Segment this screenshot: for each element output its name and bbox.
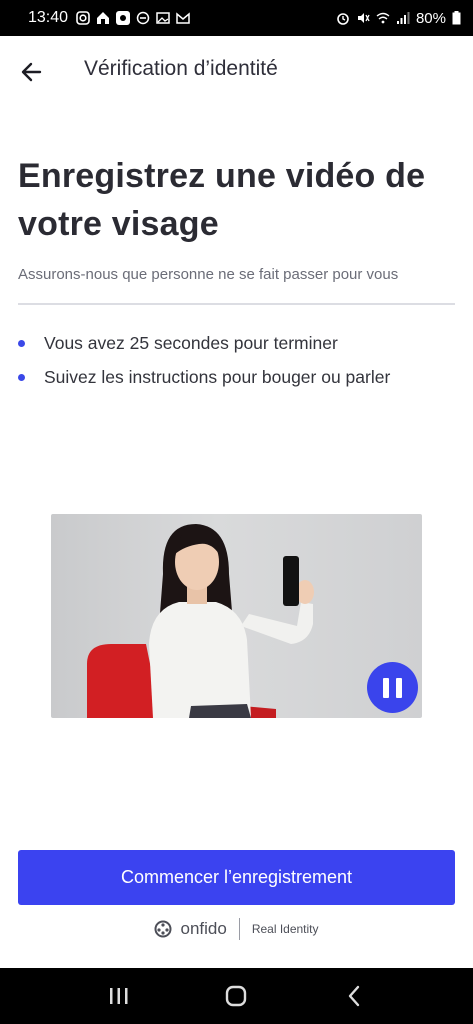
- list-item-text: Suivez les instructions pour bouger ou p…: [44, 367, 391, 387]
- gallery-icon: [156, 12, 170, 24]
- pause-icon: [383, 677, 389, 698]
- pause-icon-bar: [396, 677, 402, 698]
- instagram-icon: [76, 11, 90, 25]
- system-icons: 80%: [336, 10, 461, 27]
- home-button-icon[interactable]: [221, 981, 251, 1011]
- brand-name: onfido: [180, 919, 227, 938]
- divider: [18, 303, 455, 305]
- list-item: Vous avez 25 secondes pour terminer: [18, 326, 390, 360]
- notification-icons: [76, 11, 190, 25]
- pause-button[interactable]: [367, 662, 418, 713]
- brand-separator: [238, 918, 240, 940]
- list-item: Suivez les instructions pour bouger ou p…: [18, 360, 390, 394]
- bullet-dot: [18, 340, 25, 347]
- arrow-left-icon[interactable]: [18, 58, 46, 86]
- subtitle: Assurons-nous que personne ne se fait pa…: [18, 266, 399, 283]
- system-nav-bar: [0, 968, 473, 1024]
- app-icon: [116, 11, 131, 25]
- page-title: Vérification d’identité: [84, 57, 278, 80]
- recent-apps-icon[interactable]: [104, 981, 134, 1011]
- alarm-icon: [337, 13, 349, 25]
- list-item-text: Vous avez 25 secondes pour terminer: [44, 333, 338, 353]
- battery-icon: [452, 11, 461, 25]
- status-time: 13:40: [28, 9, 69, 26]
- home-icon: [97, 12, 110, 24]
- brand-tagline: Real Identity: [251, 922, 319, 936]
- battery-percent: 80%: [415, 9, 446, 27]
- status-bar: 13:40 80%: [0, 0, 473, 36]
- main-heading: Enregistrez une vidéo de votre visage: [18, 157, 426, 243]
- instruction-list: Vous avez 25 secondes pour terminer Suiv…: [18, 326, 390, 394]
- start-recording-button[interactable]: Commencer l’enregistrement: [18, 850, 455, 905]
- wifi-icon: [376, 12, 390, 24]
- back-nav-icon[interactable]: [339, 981, 369, 1011]
- mute-icon: [357, 13, 370, 23]
- bullet-dot: [18, 374, 25, 381]
- gmail-icon: [176, 12, 190, 24]
- onfido-logo-icon: [154, 920, 172, 938]
- app-header: Vérification d’identité: [0, 36, 473, 106]
- do-not-disturb-icon: [136, 11, 150, 25]
- signal-icon: [396, 12, 410, 24]
- brand-footer: onfido Real Identity: [0, 918, 473, 940]
